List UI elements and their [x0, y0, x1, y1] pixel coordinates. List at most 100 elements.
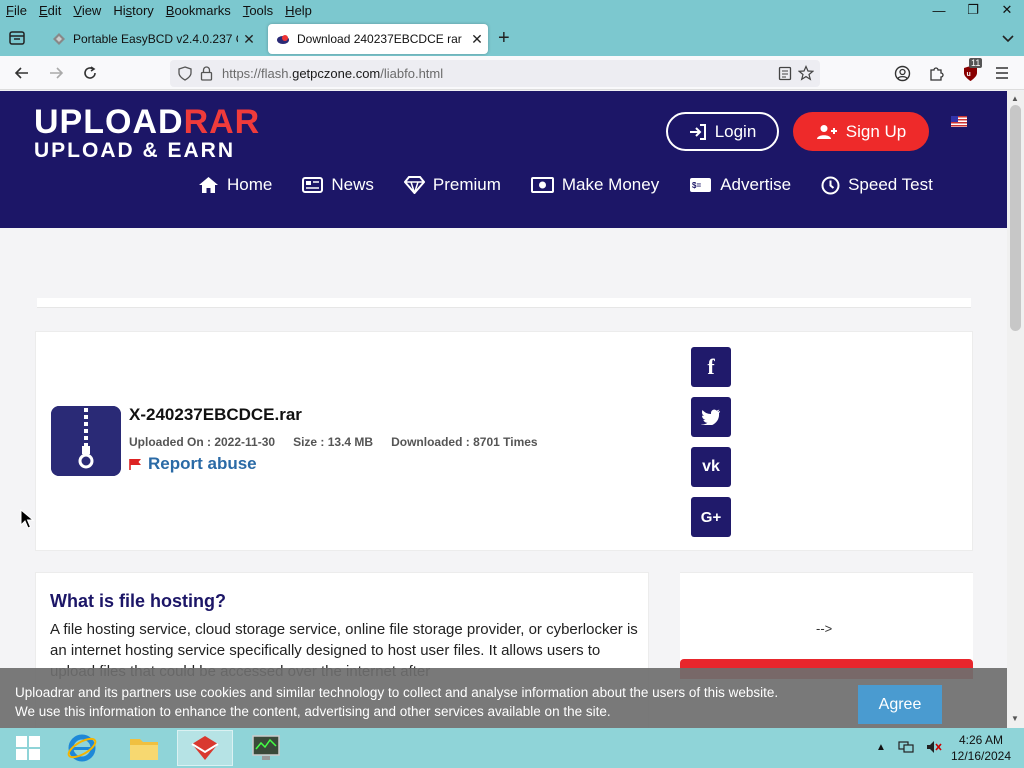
side-note: -->	[816, 621, 833, 636]
tab-bar: Portable EasyBCD v2.4.0.237 Co ✕ Downloa…	[0, 20, 1024, 56]
close-tab-icon[interactable]: ✕	[466, 31, 488, 48]
close-window-button[interactable]: ✕	[990, 0, 1024, 20]
agree-button[interactable]: Agree	[858, 685, 942, 724]
twitter-share-button[interactable]	[691, 397, 731, 437]
us-flag-icon[interactable]	[951, 116, 967, 127]
browser-app-icon	[191, 736, 219, 760]
cookie-text: Uploadrar and its partners use cookies a…	[15, 685, 779, 719]
signup-button[interactable]: Sign Up	[793, 112, 929, 151]
site-header: UPLOADRAR UPLOAD & EARN Login Sign Up Ho…	[0, 91, 1007, 228]
newspaper-icon	[302, 177, 324, 193]
network-icon[interactable]	[898, 740, 914, 754]
nav-news[interactable]: News	[302, 175, 374, 195]
ad-strip	[37, 298, 971, 308]
facebook-icon: f	[707, 354, 715, 379]
cookie-banner: Uploadrar and its partners use cookies a…	[0, 668, 1007, 728]
start-button[interactable]	[0, 730, 56, 766]
vk-share-button[interactable]: vk	[691, 447, 731, 487]
svg-text:u: u	[966, 71, 970, 78]
tab-download[interactable]: Download 240237EBCDCE rar ✕	[268, 24, 488, 54]
info-title: What is file hosting?	[50, 591, 226, 611]
nav-premium[interactable]: Premium	[403, 175, 501, 195]
minimize-button[interactable]: —	[922, 0, 956, 20]
twitter-icon	[701, 409, 721, 425]
menu-bar: File Edit View History Bookmarks Tools H…	[0, 0, 1024, 20]
googleplus-icon: G+	[700, 508, 722, 526]
login-button[interactable]: Login	[666, 112, 779, 151]
account-icon	[894, 65, 910, 81]
taskbar-internet-explorer[interactable]	[54, 730, 110, 766]
system-tray: ▲	[876, 740, 942, 754]
facebook-share-button[interactable]: f	[691, 347, 731, 387]
app-menu-button[interactable]	[992, 63, 1012, 83]
taskbar-clock[interactable]: 4:26 AM 12/16/2024	[946, 732, 1016, 764]
file-card: X-240237EBCDCE.rar Uploaded On : 2022-11…	[35, 331, 973, 551]
taskbar-file-explorer[interactable]	[116, 730, 172, 766]
tab-title: Download 240237EBCDCE rar	[297, 32, 462, 46]
nav-speed-test[interactable]: Speed Test	[821, 175, 933, 195]
diamond-icon	[403, 176, 425, 194]
scrollbar-thumb[interactable]	[1010, 105, 1021, 331]
restore-button[interactable]: ❐	[956, 0, 990, 20]
menu-view[interactable]: View	[67, 3, 107, 18]
internet-explorer-icon	[67, 734, 97, 762]
sign-in-icon	[689, 123, 706, 140]
arrow-right-icon	[50, 67, 64, 79]
arrow-left-icon	[14, 67, 28, 79]
mouse-cursor-icon	[20, 509, 34, 529]
new-tab-button[interactable]: +	[498, 28, 510, 48]
monitor-icon	[252, 735, 280, 760]
shield-icon[interactable]	[178, 66, 192, 81]
url-bar[interactable]: https://flash.getpczone.com/liabfo.html	[170, 60, 820, 87]
menu-history[interactable]: History	[107, 3, 159, 18]
reload-button[interactable]	[80, 63, 100, 83]
forward-button[interactable]	[46, 63, 66, 83]
lock-icon[interactable]	[200, 66, 213, 81]
hamburger-icon	[996, 67, 1008, 79]
googleplus-share-button[interactable]: G+	[691, 497, 731, 537]
upload-date: Uploaded On : 2022-11-30	[129, 435, 276, 449]
taskbar-firefox[interactable]	[177, 730, 233, 766]
chevron-down-icon[interactable]	[1002, 32, 1014, 44]
menu-edit[interactable]: Edit	[33, 3, 67, 18]
home-icon	[199, 177, 218, 193]
page-scrollbar[interactable]: ▲ ▼	[1007, 91, 1024, 728]
puzzle-icon	[929, 66, 944, 81]
chevron-up-icon[interactable]: ▲	[876, 742, 886, 753]
file-name: X-240237EBCDCE.rar	[129, 405, 302, 424]
cloud-favicon-icon	[277, 35, 289, 44]
user-plus-icon	[816, 124, 837, 139]
nav-home[interactable]: Home	[198, 175, 272, 195]
menu-tools[interactable]: Tools	[237, 3, 279, 18]
file-size: Size : 13.4 MB	[293, 435, 374, 449]
ublock-button[interactable]: u 11	[960, 58, 983, 83]
nav-advertise[interactable]: $= Advertise	[689, 175, 791, 195]
file-meta: Uploaded On : 2022-11-30 Size : 13.4 MB …	[129, 435, 538, 449]
back-button[interactable]	[12, 63, 32, 83]
scroll-up-icon[interactable]: ▲	[1011, 94, 1019, 103]
report-abuse-link[interactable]: Report abuse	[129, 454, 257, 474]
account-button[interactable]	[892, 63, 912, 83]
taskbar-task-manager[interactable]	[238, 730, 294, 766]
uploadrar-logo[interactable]: UPLOADRAR UPLOAD & EARN	[34, 105, 260, 163]
reader-view-icon[interactable]	[778, 66, 792, 81]
menu-help[interactable]: Help	[279, 3, 318, 18]
scroll-down-icon[interactable]: ▼	[1011, 714, 1019, 723]
url-text: https://flash.getpczone.com/liabfo.html	[222, 66, 444, 81]
tab-title: Portable EasyBCD v2.4.0.237 Co	[73, 32, 238, 46]
nav-make-money[interactable]: Make Money	[530, 175, 659, 195]
windows-logo-icon	[16, 736, 40, 760]
close-tab-icon[interactable]: ✕	[238, 31, 260, 48]
logo-tagline: UPLOAD & EARN	[34, 139, 236, 162]
extensions-button[interactable]	[926, 63, 946, 83]
tab-easybcd[interactable]: Portable EasyBCD v2.4.0.237 Co ✕	[44, 24, 260, 54]
page-viewport: UPLOADRAR UPLOAD & EARN Login Sign Up Ho…	[0, 91, 1007, 728]
star-icon[interactable]	[798, 65, 814, 81]
money-bill-icon	[530, 177, 554, 193]
menu-bookmarks[interactable]: Bookmarks	[160, 3, 237, 18]
volume-muted-icon[interactable]	[926, 740, 942, 754]
tab-list-icon[interactable]	[8, 29, 26, 47]
menu-file[interactable]: File	[0, 3, 33, 18]
logo-top: UPLOADRAR	[34, 103, 261, 141]
taskbar: ▲ 4:26 AM 12/16/2024	[0, 728, 1024, 768]
